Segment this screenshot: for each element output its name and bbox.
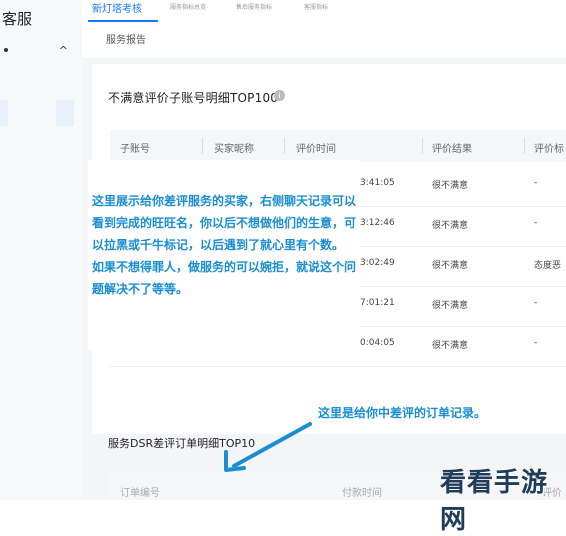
column-divider — [524, 138, 525, 154]
sidebar-active-indicator — [0, 100, 8, 126]
section-title: 不满意评价子账号明细TOP100 — [108, 91, 279, 105]
cell-result: 很不满意 — [432, 181, 469, 191]
tab-item[interactable]: 客服指标 — [304, 2, 328, 11]
column-header: 评价结果 — [432, 144, 472, 155]
column-divider — [202, 138, 203, 154]
column-divider — [422, 138, 423, 154]
annotation-box: 这里展示给你差评服务的买家，右侧聊天记录可以看到完成的旺旺名，你以后不想做他们的… — [88, 160, 360, 350]
cell-tag: - — [534, 178, 538, 188]
sidebar: 客服 ^ — [0, 0, 83, 500]
cell-result: 很不满意 — [432, 301, 469, 311]
annotation-text: 这里展示给你差评服务的买家，右侧聊天记录可以看到完成的旺旺名，你以后不想做他们的… — [92, 194, 357, 296]
cell-time: 7:01:21 — [360, 298, 395, 308]
table-header: 子账号 买家昵称 评价时间 评价结果 评价标 — [110, 130, 566, 162]
cell-time: 0:04:05 — [360, 338, 395, 348]
cell-tag: - — [534, 218, 538, 228]
column-divider — [284, 138, 285, 154]
bullet-icon — [4, 48, 8, 52]
cell-time: 3:02:49 — [360, 258, 395, 268]
sidebar-title: 客服 — [2, 10, 33, 28]
cell-time: 3:12:46 — [360, 218, 395, 228]
cell-result: 很不满意 — [432, 261, 469, 271]
cell-tag: - — [534, 338, 538, 348]
annotation-text-orders: 这里是给你中差评的订单记录。 — [318, 404, 487, 421]
column-header: 买家昵称 — [214, 144, 254, 155]
cell-result: 很不满意 — [432, 221, 469, 231]
sidebar-active-highlight[interactable] — [56, 100, 74, 126]
column-header: 子账号 — [120, 144, 150, 155]
tab-new-lighthouse[interactable]: 新灯塔考核 — [92, 0, 142, 15]
info-icon[interactable]: i — [274, 90, 285, 101]
column-header: 订单编号 — [120, 488, 160, 499]
section-title-dsr: 服务DSR差评订单明细TOP10 — [108, 437, 256, 450]
cell-tag: - — [534, 298, 538, 308]
tab-underline — [88, 20, 158, 22]
watermark-logo: 看看手游网 — [440, 468, 549, 535]
cell-tag: 态度恶 — [534, 261, 562, 271]
chevron-up-icon[interactable]: ^ — [59, 44, 68, 57]
cell-result: 很不满意 — [432, 341, 469, 351]
sidebar-section-toggle[interactable]: ^ — [4, 44, 74, 58]
column-header: 评价标 — [534, 144, 564, 155]
tab-service-report[interactable]: 服务报告 — [106, 31, 146, 46]
column-header: 评价时间 — [296, 144, 336, 155]
top-tabs: 新灯塔考核 服务指标总览 售后服务指标 客服指标 服务报告 — [82, 0, 356, 59]
column-header: 付款时间 — [342, 488, 382, 499]
cell-time: 3:41:05 — [360, 178, 395, 188]
tab-item[interactable]: 服务指标总览 — [170, 2, 206, 11]
tab-item[interactable]: 售后服务指标 — [236, 2, 272, 11]
